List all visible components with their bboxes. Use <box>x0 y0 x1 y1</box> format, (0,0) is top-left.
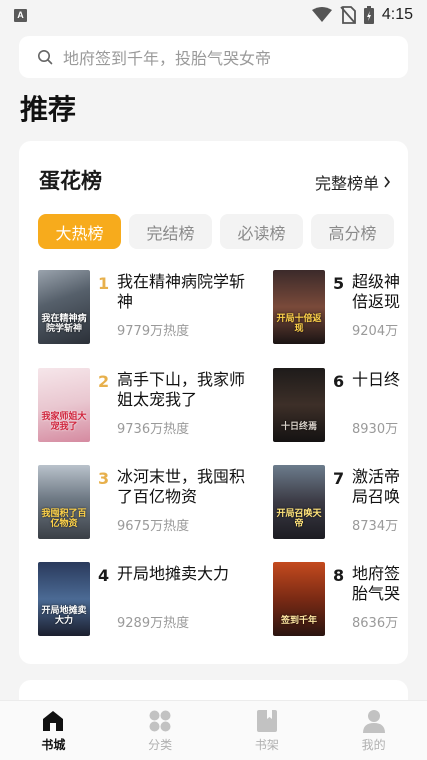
book-title: 十日终 <box>352 370 401 389</box>
status-bar: A 4:15 <box>0 0 427 30</box>
book-item[interactable]: 我在精神病院学斩神 1 我在精神病院学斩神 9779万热度 <box>38 270 260 348</box>
book-cover: 我囤积了百亿物资 <box>38 465 90 539</box>
profile-icon <box>362 710 385 733</box>
book-item[interactable]: 开局地摊卖大力 4 开局地摊卖大力 9289万热度 <box>38 562 260 640</box>
book-cover: 开局十倍返现 <box>273 270 325 344</box>
bookshelf-icon <box>256 710 277 732</box>
no-sim-icon <box>340 6 356 24</box>
battery-icon <box>363 6 374 24</box>
book-title: 冰河末世，我囤积了百亿物资 <box>117 467 246 506</box>
tab-must-read[interactable]: 必读榜 <box>220 214 303 249</box>
cover-text: 我在精神病院学斩神 <box>41 314 87 334</box>
book-cover: 开局地摊卖大力 <box>38 562 90 636</box>
cover-text: 签到千年 <box>280 615 317 626</box>
cover-text: 开局召唤天帝 <box>276 509 322 529</box>
book-heat: 8636万 <box>352 616 399 631</box>
tab-hot[interactable]: 大热榜 <box>38 214 121 249</box>
book-heat: 8734万 <box>352 519 399 534</box>
book-heat: 9736万热度 <box>117 422 190 437</box>
search-icon <box>38 50 53 65</box>
search-bar[interactable]: 地府签到千年，投胎气哭女帝 <box>19 36 408 78</box>
cover-text: 十日终焉 <box>280 421 317 432</box>
wifi-icon <box>311 7 332 22</box>
book-heat: 9204万 <box>352 324 399 339</box>
book-cover: 开局召唤天帝 <box>273 465 325 539</box>
book-item[interactable]: 开局十倍返现 5 超级神 倍返现 9204万 <box>273 270 408 348</box>
nav-profile[interactable]: 我的 <box>320 701 427 760</box>
chevron-right-icon <box>384 176 391 188</box>
ranking-title: 蛋花榜 <box>39 169 102 193</box>
book-item[interactable]: 十日终焉 6 十日终 8930万 <box>273 368 408 446</box>
full-list-link[interactable]: 完整榜单 <box>315 170 391 194</box>
nav-label: 我的 <box>361 738 386 752</box>
book-cover: 十日终焉 <box>273 368 325 442</box>
book-title: 地府签 胎气哭 <box>352 564 401 603</box>
rank-number: 4 <box>98 566 110 585</box>
book-heat: 8930万 <box>352 422 399 437</box>
rank-number: 7 <box>333 469 345 488</box>
rank-number: 3 <box>98 469 110 488</box>
book-list: 我在精神病院学斩神 1 我在精神病院学斩神 9779万热度 我家师姐大宠我了 2… <box>38 270 408 650</box>
book-cover: 签到千年 <box>273 562 325 636</box>
page-title: 推荐 <box>20 93 77 126</box>
category-icon <box>149 710 171 732</box>
app-notification-icon: A <box>14 8 27 22</box>
cover-text: 开局地摊卖大力 <box>41 606 87 626</box>
cover-text: 开局十倍返现 <box>276 314 322 334</box>
tab-high-score[interactable]: 高分榜 <box>311 214 394 249</box>
rank-number: 5 <box>333 274 345 293</box>
nav-label: 书城 <box>41 738 66 752</box>
book-cover: 我家师姐大宠我了 <box>38 368 90 442</box>
rank-number: 6 <box>333 372 345 391</box>
search-placeholder: 地府签到千年，投胎气哭女帝 <box>63 49 272 68</box>
nav-label: 分类 <box>148 738 173 752</box>
book-item[interactable]: 签到千年 8 地府签 胎气哭 8636万 <box>273 562 408 640</box>
cover-text: 我家师姐大宠我了 <box>41 412 87 432</box>
home-icon <box>43 711 64 731</box>
nav-label: 书架 <box>254 738 279 752</box>
book-heat: 9675万热度 <box>117 519 190 534</box>
ranking-tabs: 大热榜 完结榜 必读榜 高分榜 <box>38 214 394 249</box>
bottom-nav: 书城 分类 书架 我的 <box>0 700 427 760</box>
book-heat: 9289万热度 <box>117 616 190 631</box>
book-item[interactable]: 我家师姐大宠我了 2 高手下山，我家师姐太宠我了 9736万热度 <box>38 368 260 446</box>
tab-completed[interactable]: 完结榜 <box>129 214 212 249</box>
cover-text: 我囤积了百亿物资 <box>41 509 87 529</box>
rank-number: 2 <box>98 372 110 391</box>
nav-bookshelf[interactable]: 书架 <box>214 701 321 760</box>
rank-number: 8 <box>333 566 345 585</box>
book-title: 我在精神病院学斩神 <box>117 272 246 311</box>
full-list-label: 完整榜单 <box>314 174 379 193</box>
book-title: 激活帝 局召唤 <box>352 467 401 506</box>
book-title: 超级神 倍返现 <box>352 272 401 311</box>
book-item[interactable]: 开局召唤天帝 7 激活帝 局召唤 8734万 <box>273 465 408 543</box>
book-heat: 9779万热度 <box>117 324 190 339</box>
book-item[interactable]: 我囤积了百亿物资 3 冰河末世，我囤积了百亿物资 9675万热度 <box>38 465 260 543</box>
ranking-card: 蛋花榜 完整榜单 大热榜 完结榜 必读榜 高分榜 我在精神病院学斩神 1 我在精… <box>19 141 408 664</box>
book-title: 开局地摊卖大力 <box>117 564 230 583</box>
book-cover: 我在精神病院学斩神 <box>38 270 90 344</box>
nav-bookstore[interactable]: 书城 <box>0 701 107 760</box>
nav-category[interactable]: 分类 <box>107 701 214 760</box>
book-title: 高手下山，我家师姐太宠我了 <box>117 370 246 409</box>
rank-number: 1 <box>98 274 110 293</box>
clock: 4:15 <box>381 6 413 23</box>
